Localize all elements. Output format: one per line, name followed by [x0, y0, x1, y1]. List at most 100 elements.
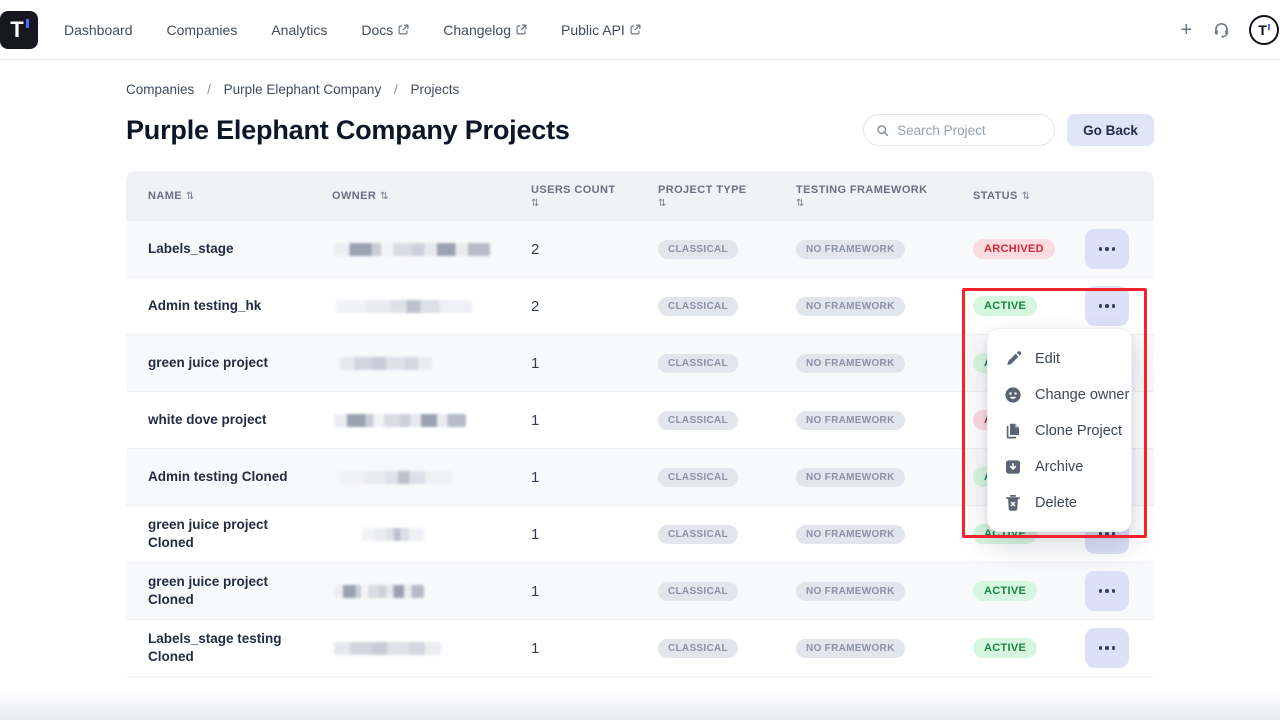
row-actions-button[interactable]	[1085, 286, 1129, 326]
trash-icon	[1003, 493, 1023, 513]
table-row: Admin testing_hk 2 CLASSICAL NO FRAMEWOR…	[126, 278, 1154, 335]
testing-framework-badge: NO FRAMEWORK	[796, 240, 905, 259]
user-circle-icon	[1003, 385, 1023, 405]
search-input[interactable]	[897, 123, 1042, 138]
breadcrumb-companies[interactable]: Companies	[126, 82, 194, 97]
project-type-cell: CLASSICAL	[658, 582, 796, 601]
project-name[interactable]: white dove project	[126, 411, 332, 429]
testing-framework-badge: NO FRAMEWORK	[796, 297, 905, 316]
logo-letter: T	[10, 19, 23, 41]
project-name[interactable]: Labels_stage testing Cloned	[126, 630, 332, 666]
user-avatar[interactable]: T	[1249, 15, 1279, 45]
nav-item-changelog[interactable]: Changelog	[443, 22, 527, 38]
page-title: Purple Elephant Company Projects	[126, 115, 863, 146]
menu-item-archive[interactable]: Archive	[988, 449, 1131, 485]
owner-cell	[332, 242, 531, 257]
column-header-project-type[interactable]: PROJECT TYPE⇅	[658, 184, 796, 209]
app-logo[interactable]: T	[0, 11, 38, 49]
column-header-status[interactable]: STATUS⇅	[973, 190, 1085, 202]
status-badge: ACTIVE	[973, 581, 1037, 601]
project-type-badge: CLASSICAL	[658, 411, 738, 430]
users-count: 2	[531, 298, 658, 315]
project-type-badge: CLASSICAL	[658, 582, 738, 601]
breadcrumb-company[interactable]: Purple Elephant Company	[224, 82, 382, 97]
status-cell: ACTIVE	[973, 296, 1085, 316]
archive-box-icon	[1003, 457, 1023, 477]
project-name[interactable]: green juice project Cloned	[126, 516, 332, 552]
column-header-testing-framework[interactable]: TESTING FRAMEWORK⇅	[796, 184, 973, 209]
owner-redacted-blur	[362, 528, 424, 541]
menu-item-edit[interactable]: Edit	[988, 341, 1131, 377]
row-actions-button[interactable]	[1085, 628, 1129, 668]
go-back-button[interactable]: Go Back	[1067, 114, 1154, 146]
project-name[interactable]: green juice project Cloned	[126, 573, 332, 609]
sort-icon: ⇅	[658, 198, 786, 209]
owner-cell	[332, 584, 531, 599]
app-page: T Dashboard Companies Analytics Docs Cha…	[0, 0, 1280, 720]
owner-redacted-blur	[334, 585, 424, 598]
actions-cell	[1085, 571, 1154, 611]
project-type-cell: CLASSICAL	[658, 297, 796, 316]
nav-items: Dashboard Companies Analytics Docs Chang…	[64, 22, 641, 38]
nav-item-docs[interactable]: Docs	[361, 22, 409, 38]
nav-item-public-api[interactable]: Public API	[561, 22, 641, 38]
project-type-badge: CLASSICAL	[658, 639, 738, 658]
row-actions-button[interactable]	[1085, 229, 1129, 269]
pencil-icon	[1003, 349, 1023, 369]
external-link-icon	[516, 24, 527, 35]
framework-cell: NO FRAMEWORK	[796, 525, 973, 544]
nav-item-analytics[interactable]: Analytics	[271, 22, 327, 38]
owner-cell	[332, 413, 531, 428]
actions-cell	[1085, 286, 1154, 326]
project-name[interactable]: Admin testing_hk	[126, 297, 332, 315]
testing-framework-badge: NO FRAMEWORK	[796, 354, 905, 373]
column-header-owner[interactable]: OWNER⇅	[332, 190, 531, 202]
project-name[interactable]: Admin testing Cloned	[126, 468, 332, 486]
users-count: 1	[531, 412, 658, 429]
nav-item-companies[interactable]: Companies	[167, 22, 238, 38]
support-headset-icon[interactable]	[1212, 20, 1231, 39]
project-type-badge: CLASSICAL	[658, 468, 738, 487]
testing-framework-badge: NO FRAMEWORK	[796, 468, 905, 487]
external-link-icon	[398, 24, 409, 35]
avatar-accent	[1268, 24, 1270, 30]
breadcrumb: Companies / Purple Elephant Company / Pr…	[126, 82, 1154, 97]
add-icon[interactable]: +	[1178, 20, 1194, 40]
column-header-name[interactable]: NAME⇅	[126, 190, 332, 202]
owner-cell	[332, 299, 531, 314]
owner-redacted-blur	[340, 471, 452, 484]
sort-icon: ⇅	[531, 198, 648, 209]
owner-redacted-blur	[336, 300, 472, 313]
sort-icon: ⇅	[186, 191, 195, 202]
column-header-users-count[interactable]: USERS COUNT⇅	[531, 184, 658, 209]
menu-item-clone-project[interactable]: Clone Project	[988, 413, 1131, 449]
framework-cell: NO FRAMEWORK	[796, 411, 973, 430]
project-type-cell: CLASSICAL	[658, 525, 796, 544]
menu-item-delete[interactable]: Delete	[988, 485, 1131, 521]
users-count: 1	[531, 640, 658, 657]
framework-cell: NO FRAMEWORK	[796, 468, 973, 487]
status-cell: ARCHIVED	[973, 239, 1085, 259]
search-box	[863, 114, 1055, 146]
table-row: Labels_stage 2 CLASSICAL NO FRAMEWORK AR…	[126, 221, 1154, 278]
project-name[interactable]: green juice project	[126, 354, 332, 372]
table-row: Labels_stage testing Cloned 1 CLASSICAL …	[126, 620, 1154, 677]
owner-redacted-blur	[334, 414, 466, 427]
status-badge: ACTIVE	[973, 296, 1037, 316]
owner-cell	[332, 356, 531, 371]
page-bottom-fade	[0, 688, 1280, 720]
status-badge: ACTIVE	[973, 638, 1037, 658]
breadcrumb-projects[interactable]: Projects	[411, 82, 460, 97]
project-type-cell: CLASSICAL	[658, 240, 796, 259]
framework-cell: NO FRAMEWORK	[796, 240, 973, 259]
project-name[interactable]: Labels_stage	[126, 240, 332, 258]
testing-framework-badge: NO FRAMEWORK	[796, 582, 905, 601]
row-actions-button[interactable]	[1085, 571, 1129, 611]
owner-redacted-blur	[334, 243, 490, 256]
nav-item-dashboard[interactable]: Dashboard	[64, 22, 133, 38]
menu-item-change-owner[interactable]: Change owner	[988, 377, 1131, 413]
testing-framework-badge: NO FRAMEWORK	[796, 639, 905, 658]
framework-cell: NO FRAMEWORK	[796, 297, 973, 316]
testing-framework-badge: NO FRAMEWORK	[796, 525, 905, 544]
search-icon	[876, 123, 889, 138]
